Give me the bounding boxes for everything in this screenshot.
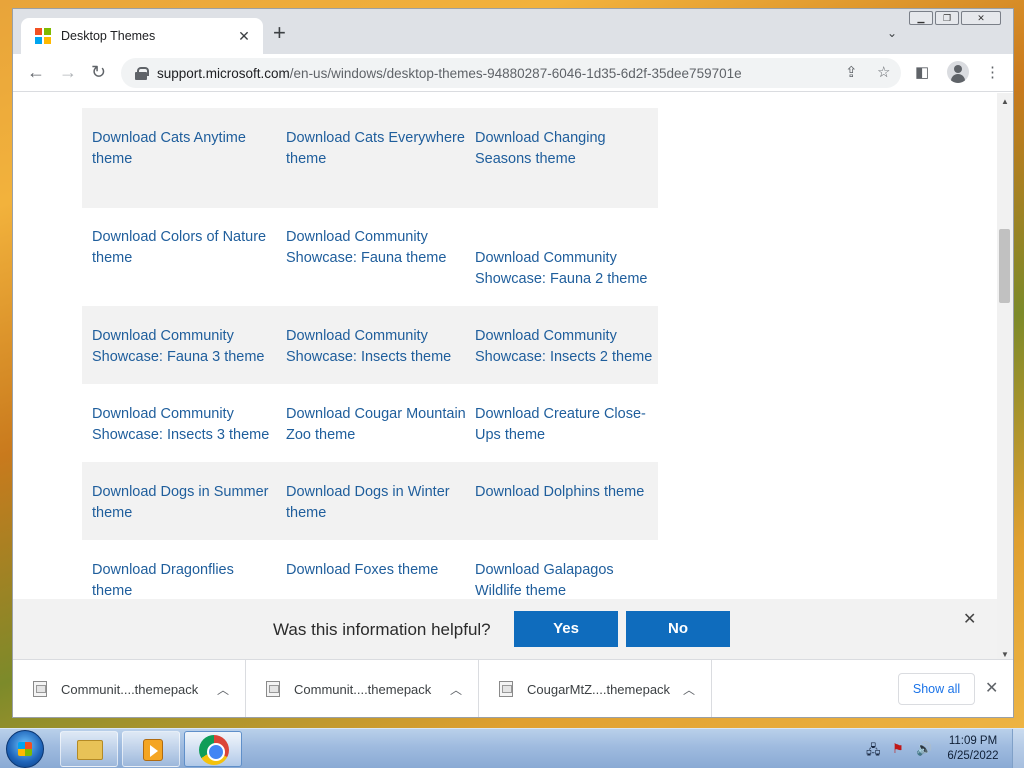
theme-row: Download Community Showcase: Fauna 3 the… [82,306,658,384]
theme-download-link[interactable]: Download Changing Seasons theme [475,128,655,170]
theme-download-link[interactable]: Download Community Showcase: Fauna 2 the… [475,248,655,290]
theme-download-link[interactable]: Download Foxes theme [286,560,466,581]
theme-download-link[interactable]: Download Community Showcase: Fauna 3 the… [92,326,272,368]
side-panel-icon[interactable]: ◧ [915,63,929,81]
clock-date: 6/25/2022 [947,750,999,762]
chevron-up-icon[interactable]: ︿ [217,681,229,698]
theme-download-link[interactable]: Download Cats Everywhere theme [286,128,466,170]
feedback-close-icon[interactable]: ✕ [963,609,976,629]
download-filename: Communit....themepack [294,681,432,697]
tab-search-chevron-icon[interactable]: ⌄ [887,26,897,40]
new-tab-button[interactable]: + [273,22,286,44]
taskbar-media-player[interactable] [122,731,180,767]
tab-close-icon[interactable]: ✕ [235,28,253,45]
file-icon [33,681,47,697]
feedback-question: Was this information helpful? [273,620,491,639]
folder-icon [77,740,103,760]
theme-download-link[interactable]: Download Creature Close-Ups theme [475,404,655,446]
theme-download-link[interactable]: Download Dogs in Winter theme [286,482,466,524]
feedback-yes-button[interactable]: Yes [514,611,618,647]
window-controls: ▁ ❐ ✕ [909,11,1001,25]
taskbar-explorer[interactable] [60,731,118,767]
system-clock[interactable]: 11:09 PM 6/25/2022 [940,734,1006,764]
theme-row: Download Community Showcase: Insects 3 t… [82,384,658,462]
minimize-button[interactable]: ▁ [909,11,933,25]
clock-time: 11:09 PM [948,735,998,747]
theme-download-link[interactable]: Download Dolphins theme [475,482,655,503]
download-filename: CougarMtZ....themepack [527,681,671,697]
taskbar-chrome[interactable] [184,731,242,767]
download-item[interactable]: Communit....themepack ︿ [13,660,246,717]
page-scrollbar[interactable]: ▲ ▼ [997,93,1013,659]
theme-download-link[interactable]: Download Community Showcase: Insects 2 t… [475,326,655,368]
tab-title: Desktop Themes [61,29,156,43]
volume-icon[interactable]: 🔊 [916,741,932,757]
network-icon[interactable]: 🖧 [866,741,881,763]
start-button[interactable] [6,730,44,768]
restore-button[interactable]: ❐ [935,11,959,25]
feedback-bar: Was this information helpful? Yes No ✕ [13,599,999,659]
theme-row: Download Cats Anytime theme Download Cat… [82,108,658,208]
theme-download-link[interactable]: Download Cats Anytime theme [92,128,272,170]
menu-kebab-icon[interactable]: ⋮ [985,63,1000,81]
theme-download-link[interactable]: Download Community Showcase: Fauna theme [286,227,466,269]
scroll-down-arrow-icon[interactable]: ▼ [1001,650,1009,659]
bookmark-star-icon[interactable]: ☆ [877,63,890,81]
action-center-flag-icon[interactable]: ⚑ [892,741,904,757]
url-path: /en-us/windows/desktop-themes-94880287-6… [289,65,742,81]
url-text: support.microsoft.com/en-us/windows/desk… [157,66,742,81]
share-icon[interactable]: ⇪ [845,63,858,81]
page-content: Download Cats Anytime theme Download Cat… [13,93,999,659]
profile-avatar-icon[interactable] [947,61,969,83]
chrome-icon [199,735,229,765]
theme-download-link[interactable]: Download Community Showcase: Insects the… [286,326,466,368]
url-host: support.microsoft.com [157,65,290,81]
theme-download-link[interactable]: Download Dragonflies theme [92,560,272,602]
theme-row: Download Dogs in Summer theme Download D… [82,462,658,540]
taskbar: 🖧 ⚑ 🔊 11:09 PM 6/25/2022 [0,728,1024,768]
microsoft-logo-icon [35,28,51,44]
file-icon [499,681,513,697]
theme-download-link[interactable]: Download Community Showcase: Insects 3 t… [92,404,272,446]
close-window-button[interactable]: ✕ [961,11,1001,25]
show-all-downloads-button[interactable]: Show all [898,673,975,705]
chevron-up-icon[interactable]: ︿ [683,681,695,698]
theme-download-link[interactable]: Download Galapagos Wildlife theme [475,560,655,602]
tab-strip: Desktop Themes ✕ + ⌄ ▁ ❐ ✕ [13,9,1013,54]
theme-row: Download Colors of Nature theme Download… [82,208,658,306]
tab-desktop-themes[interactable]: Desktop Themes ✕ [21,18,263,54]
downloads-close-icon[interactable]: ✕ [985,678,998,698]
forward-arrow-icon[interactable]: → [59,62,77,82]
file-icon [266,681,280,697]
theme-download-link[interactable]: Download Cougar Mountain Zoo theme [286,404,466,446]
downloads-bar: Communit....themepack ︿ Communit....them… [13,659,1013,717]
download-item[interactable]: Communit....themepack ︿ [246,660,479,717]
reload-icon[interactable]: ↻ [91,62,106,82]
scroll-thumb[interactable] [999,229,1010,303]
chevron-up-icon[interactable]: ︿ [450,681,462,698]
browser-toolbar: ← → ↻ support.microsoft.com/en-us/window… [13,54,1013,92]
feedback-no-button[interactable]: No [626,611,730,647]
media-player-icon [143,739,163,761]
theme-download-link[interactable]: Download Dogs in Summer theme [92,482,272,524]
address-bar[interactable]: support.microsoft.com/en-us/windows/desk… [121,58,901,88]
scroll-up-arrow-icon[interactable]: ▲ [1001,97,1009,106]
back-arrow-icon[interactable]: ← [27,62,45,82]
lock-icon[interactable] [135,66,149,80]
download-filename: Communit....themepack [61,681,199,697]
theme-download-link[interactable]: Download Colors of Nature theme [92,227,272,269]
show-desktop-button[interactable] [1012,729,1024,768]
browser-window: Desktop Themes ✕ + ⌄ ▁ ❐ ✕ ← → ↻ support… [12,8,1014,718]
download-item[interactable]: CougarMtZ....themepack ︿ [479,660,712,717]
